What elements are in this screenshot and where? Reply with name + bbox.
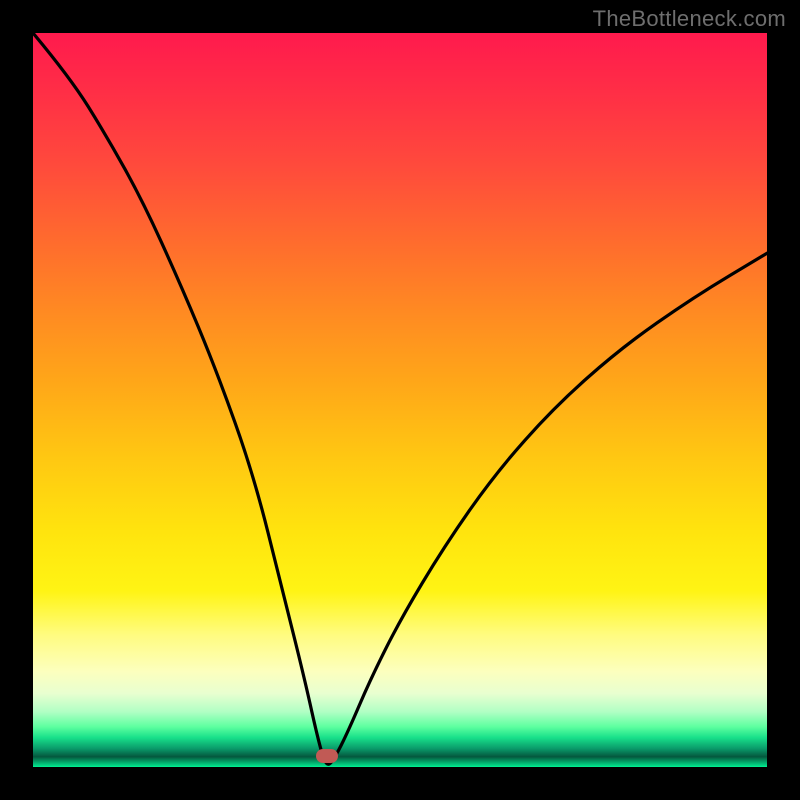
plot-area	[33, 33, 767, 767]
curve-layer	[33, 33, 767, 767]
bottleneck-curve-path	[33, 33, 767, 764]
chart-frame: TheBottleneck.com	[0, 0, 800, 800]
minimum-marker	[316, 749, 338, 763]
watermark-text: TheBottleneck.com	[593, 6, 786, 32]
